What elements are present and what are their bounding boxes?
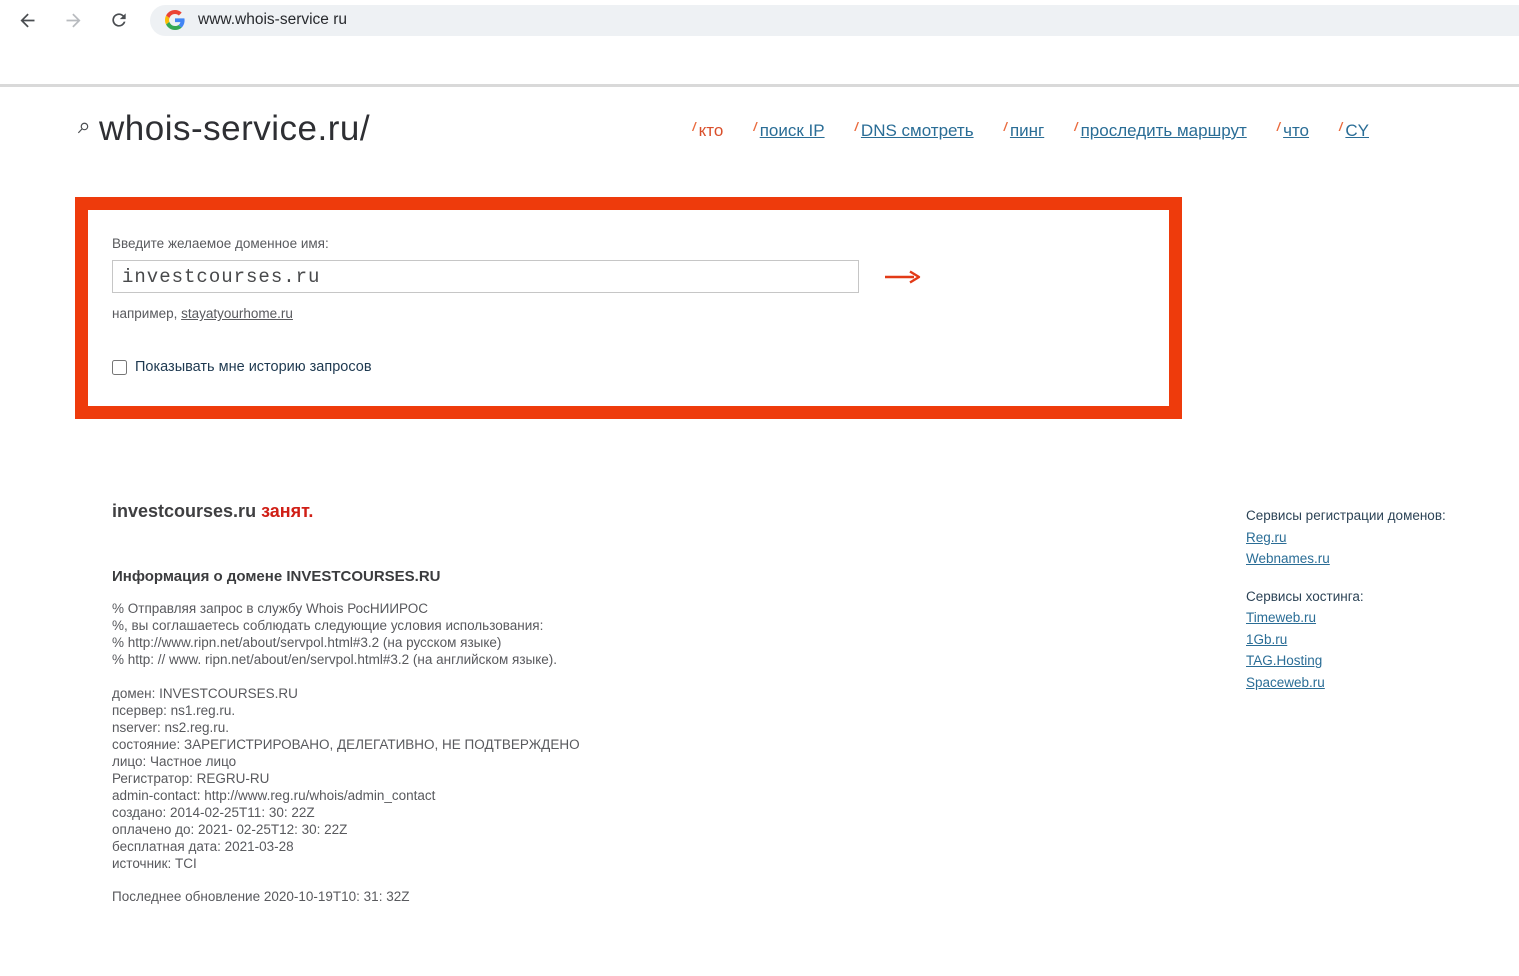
submit-arrow-icon[interactable]: [883, 268, 921, 286]
tick-icon: /: [1003, 120, 1007, 134]
whois-line: домен: INVESTCOURSES.RU: [112, 686, 298, 701]
whois-line: % http: // www. ripn.net/about/en/servpo…: [112, 652, 558, 667]
whois-line: % http://www.ripn.net/about/servpol.html…: [112, 635, 502, 650]
tick-icon: /: [1074, 120, 1078, 134]
result-domain: investcourses.ru: [112, 501, 257, 521]
site-title: whois-service.ru/: [76, 109, 370, 149]
address-bar[interactable]: www.whois-service ru: [150, 4, 1519, 36]
whois-line: псервер: ns1.reg.ru.: [112, 703, 236, 718]
whois-line: %, вы соглашаетесь соблюдать следующие у…: [112, 618, 544, 633]
services-sidebar: Сервисы регистрации доменов: Reg.ru Webn…: [1246, 501, 1519, 693]
domain-search-box: Введите желаемое доменное имя: например,…: [75, 197, 1182, 419]
browser-toolbar: www.whois-service ru: [0, 0, 1519, 40]
url-text[interactable]: www.whois-service ru: [198, 11, 347, 29]
page-divider: [0, 84, 1519, 87]
registration-heading: Сервисы регистрации доменов:: [1246, 508, 1446, 523]
domain-info-heading: Информация о домене INVESTCOURSES.RU: [112, 568, 441, 585]
sidebar-link-regru[interactable]: Reg.ru: [1246, 527, 1287, 549]
tick-icon: /: [692, 120, 696, 134]
whois-line: nserver: ns2.reg.ru.: [112, 720, 230, 735]
sidebar-link-webnames[interactable]: Webnames.ru: [1246, 548, 1330, 570]
nav-link-dns[interactable]: / DNS смотреть: [854, 120, 974, 141]
tick-icon: /: [854, 120, 858, 134]
whois-line: источник: TCI: [112, 856, 197, 871]
nav-link-traceroute[interactable]: / проследить маршрут: [1074, 120, 1247, 141]
google-logo-icon: [165, 10, 185, 30]
nav-link-poisk-ip[interactable]: / поиск IP: [753, 120, 824, 141]
nav-link-ping[interactable]: / пинг: [1003, 120, 1045, 141]
nav-link-cy[interactable]: / CY: [1339, 120, 1369, 141]
sidebar-link-spaceweb[interactable]: Spaceweb.ru: [1246, 672, 1325, 694]
whois-line: лицо: Частное лицо: [112, 754, 237, 769]
query-result: investcourses.ru занят.: [112, 501, 1246, 522]
nav-link-chto[interactable]: / что: [1276, 120, 1309, 141]
whois-line: бесплатная дата: 2021-03-28: [112, 839, 294, 854]
whois-line: оплачено до: 2021- 02-25T12: 30: 22Z: [112, 822, 348, 837]
whois-line: admin-contact: http://www.reg.ru/whois/a…: [112, 788, 436, 803]
sidebar-link-1gb[interactable]: 1Gb.ru: [1246, 629, 1287, 651]
tick-icon: /: [753, 120, 757, 134]
domain-input-label: Введите желаемое доменное имя:: [112, 236, 329, 251]
tick-icon: /: [1276, 120, 1281, 134]
status-badge: занят.: [261, 501, 314, 521]
example-line: например, stayatyourhome.ru: [112, 306, 293, 321]
last-update-line: Последнее обновление 2020-10-19T10: 31: …: [112, 889, 410, 904]
sidebar-link-timeweb[interactable]: Timeweb.ru: [1246, 607, 1316, 629]
hosting-heading: Сервисы хостинга:: [1246, 588, 1364, 604]
example-domain-link[interactable]: stayatyourhome.ru: [181, 306, 293, 321]
whois-records: домен: INVESTCOURSES.RU псервер: ns1.reg…: [112, 685, 1246, 872]
history-checkbox-label: Показывать мне историю запросов: [135, 359, 372, 375]
whois-line: Регистратор: REGRU-RU: [112, 771, 270, 786]
tick-icon: /: [1339, 120, 1343, 134]
reload-icon[interactable]: [108, 9, 130, 31]
whois-line: создано: 2014-02-25T11: 30: 22Z: [112, 805, 315, 820]
whois-line: состояние: ЗАРЕГИСТРИРОВАНО, ДЕЛЕГАТИВНО…: [112, 737, 580, 752]
history-checkbox[interactable]: [112, 359, 127, 375]
page-title: whois-service.ru/: [99, 109, 371, 148]
forward-icon[interactable]: [62, 9, 84, 31]
chrome-gap: [0, 40, 1519, 84]
whois-line: % Отправляя запрос в службу Whois РосНИИ…: [112, 601, 429, 616]
back-icon[interactable]: [16, 9, 38, 31]
main-nav: / кто / поиск IP / DNS смотреть / пинг / прос…: [692, 117, 1369, 141]
sidebar-link-taghosting[interactable]: TAG.Hosting: [1246, 650, 1322, 672]
domain-input[interactable]: [112, 260, 859, 293]
nav-link-kto[interactable]: / кто: [692, 120, 723, 141]
whois-notice: % Отправляя запрос в службу Whois РосНИИ…: [112, 600, 1246, 668]
magnifier-icon: [76, 121, 90, 141]
